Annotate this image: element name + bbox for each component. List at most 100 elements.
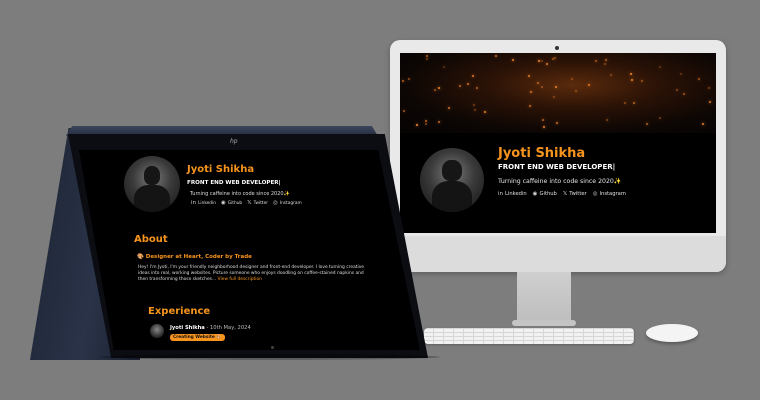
- view-description-link[interactable]: View full description: [218, 277, 262, 282]
- sparkle-dot: [679, 73, 682, 76]
- sparkle-dot: [437, 121, 440, 124]
- laptop-sensor: [271, 346, 274, 349]
- imac-chin: [390, 236, 726, 272]
- sparkle-dot: [473, 109, 476, 112]
- sparkle-dot: [471, 75, 474, 78]
- github-icon: ◉: [220, 200, 226, 206]
- profile-tagline: Turning caffeine into code since 2020✨: [498, 178, 622, 185]
- imac-foot: [512, 320, 576, 326]
- sparkle-dot: [682, 93, 685, 96]
- sparkle-dot: [708, 101, 711, 104]
- profile-role: FRONT END WEB DEVELOPER|: [187, 180, 281, 186]
- profile-tagline: Turning caffeine into code since 2020✨: [190, 191, 290, 197]
- sparkle-dot: [630, 78, 633, 81]
- instagram-icon: ◎: [592, 191, 598, 197]
- social-link-linkedin[interactable]: in Linkedin: [498, 191, 527, 197]
- sparkle-dot: [606, 119, 609, 122]
- sparkle-dot: [542, 119, 545, 122]
- sparkle-dot: [554, 86, 557, 89]
- social-link-linkedin[interactable]: in Linkedin: [191, 200, 216, 206]
- sparkle-dot: [641, 79, 644, 82]
- imac-monitor: Jyoti Shikha FRONT END WEB DEVELOPER| Tu…: [390, 40, 726, 272]
- profile-name: Jyoti Shikha: [498, 146, 586, 161]
- social-links: in Linkedin ◉ Github 𝕏 Twitter ◎ Instagram: [191, 200, 302, 206]
- sparkle-dot: [442, 65, 445, 68]
- sparkle-dot: [588, 83, 591, 86]
- sparkle-dot: [555, 121, 558, 124]
- sparkle-dot: [645, 122, 648, 125]
- about-heading: About: [134, 234, 168, 245]
- laptop-logo: hp: [230, 138, 238, 145]
- camera-icon: [555, 46, 559, 50]
- sparkle-dot: [473, 104, 476, 107]
- sparkle-dot: [707, 86, 710, 89]
- sparkle-dot: [603, 63, 606, 66]
- sparkle-dot: [459, 84, 461, 87]
- sparkle-dot: [543, 126, 546, 129]
- experience-avatar: [150, 324, 164, 338]
- sparkle-dot: [574, 90, 577, 93]
- instagram-icon: ◎: [273, 200, 278, 206]
- sparkle-dot: [553, 95, 555, 98]
- social-link-twitter[interactable]: 𝕏 Twitter: [247, 200, 268, 206]
- twitter-icon: 𝕏: [562, 191, 568, 197]
- sparkle-dot: [529, 90, 532, 93]
- avatar: [420, 148, 484, 212]
- sparkle-dot: [659, 117, 662, 120]
- sparkle-dot: [554, 56, 557, 59]
- hero-banner: [400, 53, 716, 133]
- linkedin-icon: in: [498, 191, 504, 197]
- sparkle-dot: [702, 123, 705, 126]
- sparkle-dot: [467, 82, 470, 85]
- sparkle-dot: [594, 59, 597, 62]
- sparkle-dot: [540, 86, 543, 89]
- sparkle-dot: [512, 58, 515, 61]
- sparkle-dot: [675, 88, 678, 91]
- sparkle-dot: [659, 65, 662, 68]
- sparkle-dot: [609, 74, 612, 77]
- sparkle-dot: [528, 74, 531, 77]
- experience-badge: Creating Website 🎨: [170, 334, 225, 341]
- sparkle-dot: [494, 55, 497, 58]
- sparkle-dot: [407, 77, 410, 80]
- sparkle-dot: [633, 101, 636, 104]
- social-link-github[interactable]: ◉ Github: [221, 200, 242, 206]
- social-links: in Linkedin ◉ Github 𝕏 Twitter ◎ Instagram: [498, 191, 626, 197]
- sparkle-dot: [476, 86, 479, 89]
- sparkle-dot: [424, 123, 427, 126]
- sparkle-dot: [623, 101, 626, 104]
- sparkle-dot: [537, 59, 540, 62]
- sparkle-dot: [434, 89, 437, 92]
- sparkle-dot: [570, 78, 573, 81]
- social-link-instagram[interactable]: ◎ Instagram: [273, 200, 302, 206]
- github-icon: ◉: [532, 191, 538, 197]
- experience-heading: Experience: [148, 306, 211, 317]
- sparkle-dot: [402, 110, 405, 113]
- about-subheading: 🎨 Designer at Heart, Coder by Trade: [137, 254, 252, 260]
- laptop-shadow: [100, 354, 440, 360]
- linkedin-icon: in: [191, 200, 197, 206]
- sparkle-dot: [402, 80, 405, 83]
- social-link-instagram[interactable]: ◎ Instagram: [593, 191, 626, 197]
- experience-date: - 10th May, 2024: [204, 325, 251, 331]
- sparkle-dot: [425, 54, 428, 57]
- imac-screen: [400, 53, 716, 233]
- sparkle-dot: [484, 111, 487, 114]
- sparkle-dot: [546, 62, 549, 65]
- sparkle-dot: [424, 119, 427, 122]
- sparkle-dot: [540, 59, 543, 62]
- social-link-twitter[interactable]: 𝕏 Twitter: [563, 191, 587, 197]
- sparkle-dot: [448, 106, 451, 109]
- twitter-icon: 𝕏: [247, 200, 252, 206]
- sparkle-dot: [425, 58, 428, 61]
- sparkle-dot: [415, 124, 418, 127]
- keyboard: [424, 328, 634, 344]
- avatar: [124, 156, 180, 212]
- about-bio: Hey! I'm Jyoti, I'm your friendly neighb…: [138, 265, 364, 283]
- profile-role: FRONT END WEB DEVELOPER|: [498, 163, 616, 171]
- imac-stand: [517, 272, 571, 324]
- sparkle-dot: [698, 77, 701, 80]
- social-link-github[interactable]: ◉ Github: [533, 191, 557, 197]
- sparkle-dot: [537, 81, 540, 84]
- sparkle-dot: [437, 86, 440, 89]
